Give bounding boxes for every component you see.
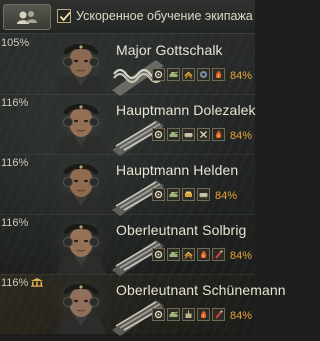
accelerated-training-checkbox[interactable] (57, 9, 71, 23)
fire-icon[interactable] (212, 128, 225, 141)
accelerated-training-label: Ускоренное обучение экипажа (76, 9, 253, 23)
row-divider (0, 274, 255, 275)
learning-progress: 84% (230, 250, 253, 262)
learning-progress: 84% (230, 130, 253, 142)
extinguisher-icon[interactable] (212, 308, 225, 321)
radio-icon[interactable] (182, 308, 195, 321)
recon-icon[interactable] (197, 68, 210, 81)
rank-tank-icon[interactable] (167, 248, 180, 261)
crew-member-row[interactable]: 105% Major Gottschalk 84% (0, 34, 255, 96)
skill-total-percent: 105% (1, 37, 30, 49)
fire-icon[interactable] (212, 68, 225, 81)
rank-tank-icon[interactable] (167, 68, 180, 81)
learning-progress: 84% (230, 310, 253, 322)
repair-icon[interactable] (182, 188, 195, 201)
crew-member-name: Hauptmann Dolezalek (116, 102, 256, 118)
crew-member-row[interactable]: 116% Hauptmann Helden 84% (0, 154, 255, 216)
crew-member-name: Hauptmann Helden (116, 162, 239, 178)
learning-progress: 84% (215, 190, 238, 202)
gear-skill-icon[interactable] (152, 128, 165, 141)
cross-skill-icon[interactable] (197, 128, 210, 141)
vehicle-icon[interactable] (182, 128, 195, 141)
learning-progress: 84% (230, 70, 253, 82)
fire-icon[interactable] (197, 308, 210, 321)
chevron-icon[interactable] (182, 68, 195, 81)
gear-skill-icon[interactable] (152, 248, 165, 261)
crew-portrait (48, 214, 114, 274)
skills-row (152, 68, 225, 81)
skill-total-percent: 116% (1, 157, 29, 169)
crew-portrait (48, 34, 114, 94)
checkmark-icon (59, 11, 71, 22)
crew-member-name: Oberleutnant Schünemann (116, 282, 286, 298)
skill-total-percent: 116% (1, 277, 29, 289)
crew-member-row[interactable]: 116% Oberleutnant Solbrig 84% (0, 214, 255, 276)
crew-options-button[interactable] (3, 4, 51, 30)
skill-total-percent: 116% (1, 97, 29, 109)
extinguisher-icon[interactable] (212, 248, 225, 261)
crew-icon (17, 11, 37, 24)
skills-row (152, 248, 225, 261)
gear-skill-icon[interactable] (152, 68, 165, 81)
row-divider (0, 214, 255, 215)
rank-tank-icon[interactable] (167, 308, 180, 321)
vehicle-icon[interactable] (197, 188, 210, 201)
skills-row (152, 128, 225, 141)
crew-portrait (48, 154, 114, 214)
gear-skill-icon[interactable] (152, 188, 165, 201)
skills-row (152, 188, 210, 201)
skills-row (152, 308, 225, 321)
crew-member-row[interactable]: 116% Oberleutnant Schünemann 84% (0, 274, 286, 336)
rank-tank-icon[interactable] (167, 128, 180, 141)
crew-member-row[interactable]: 116% Hauptmann Dolezalek 84% (0, 94, 256, 156)
chevron-icon[interactable] (182, 248, 195, 261)
crew-member-name: Major Gottschalk (116, 42, 223, 58)
fire-icon[interactable] (197, 248, 210, 261)
gear-skill-icon[interactable] (152, 308, 165, 321)
row-divider (0, 94, 255, 95)
row-divider (0, 154, 255, 155)
rank-tank-icon[interactable] (167, 188, 180, 201)
crew-portrait (48, 274, 114, 334)
crew-toolbar: Ускоренное обучение экипажа (0, 0, 255, 34)
crew-member-name: Oberleutnant Solbrig (116, 222, 247, 238)
academy-icon (30, 274, 44, 292)
skill-total-percent: 116% (1, 217, 29, 229)
crew-portrait (48, 94, 114, 154)
